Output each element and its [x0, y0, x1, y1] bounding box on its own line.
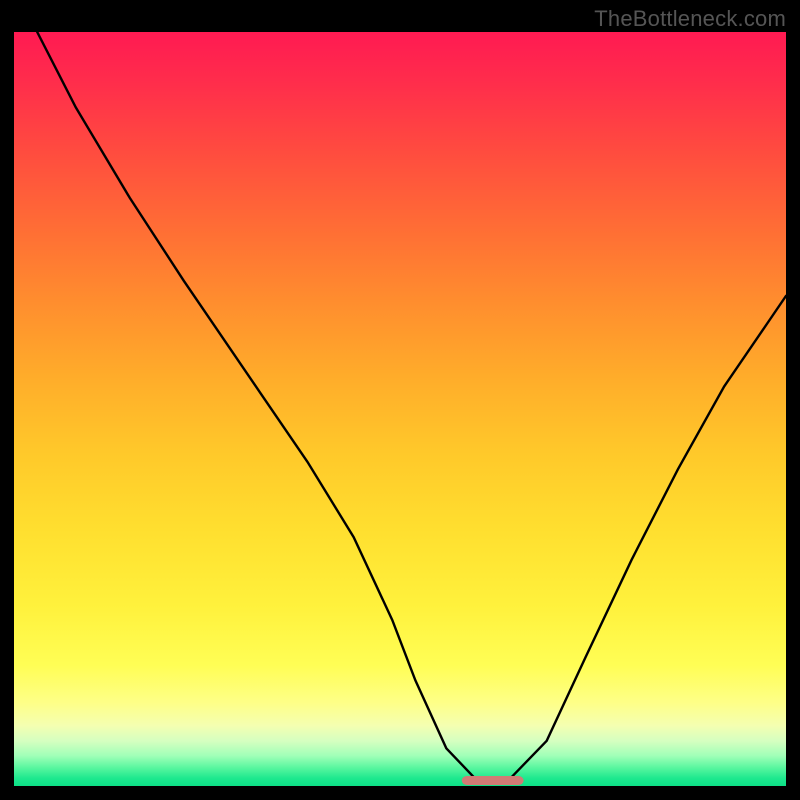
- chart-plot-area: [14, 32, 786, 786]
- optimum-marker: [462, 776, 524, 785]
- chart-svg: [14, 32, 786, 786]
- bottleneck-curve-path: [37, 32, 786, 781]
- attribution-text: TheBottleneck.com: [594, 6, 786, 32]
